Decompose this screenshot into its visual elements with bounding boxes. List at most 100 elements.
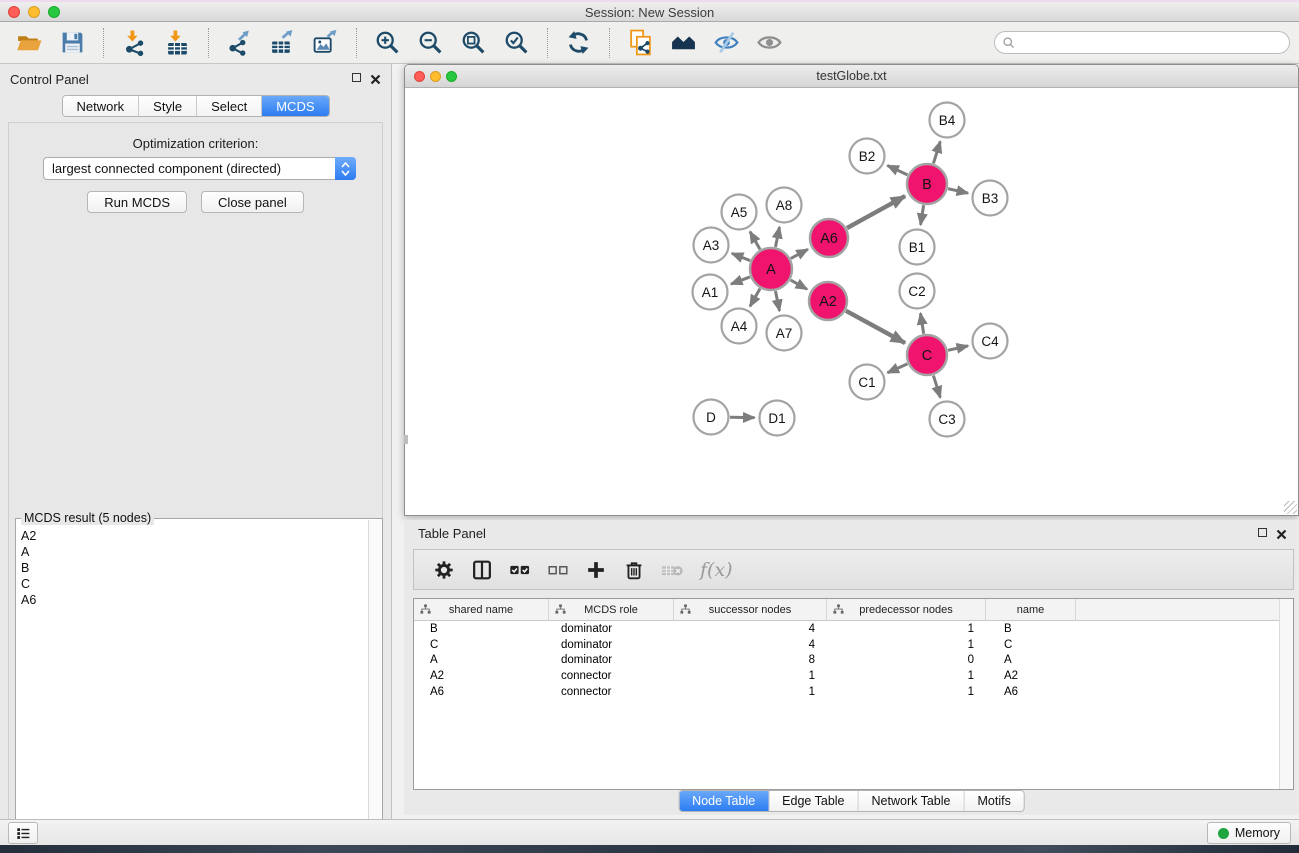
- node-C2[interactable]: C2: [900, 274, 935, 309]
- edge-B-B3[interactable]: [948, 189, 968, 193]
- criterion-select[interactable]: largest connected component (directed): [43, 157, 356, 180]
- hide-selected-icon[interactable]: [710, 26, 743, 60]
- table-row[interactable]: Cdominator41C: [414, 637, 1279, 653]
- edge-A-A7[interactable]: [775, 291, 779, 311]
- table-cell[interactable]: 1: [827, 623, 986, 635]
- table-cell[interactable]: A2: [414, 670, 549, 682]
- edge-A6-B[interactable]: [847, 196, 905, 228]
- nested-network-icon[interactable]: [667, 26, 700, 60]
- table-cell[interactable]: 4: [674, 623, 827, 635]
- table-cell[interactable]: A6: [986, 686, 1076, 698]
- tab-mcds[interactable]: MCDS: [262, 96, 328, 116]
- float-table-panel-icon[interactable]: [1258, 528, 1267, 537]
- zoom-in-icon[interactable]: [371, 26, 404, 60]
- node-A8[interactable]: A8: [767, 188, 802, 223]
- mcds-result-item[interactable]: C: [18, 576, 367, 592]
- edge-A-A2[interactable]: [791, 280, 807, 289]
- edge-C-C4[interactable]: [948, 346, 968, 350]
- mcds-result-item[interactable]: B: [18, 560, 367, 576]
- tab-motifs[interactable]: Motifs: [964, 791, 1023, 811]
- search-box[interactable]: [994, 31, 1290, 54]
- memory-button[interactable]: Memory: [1207, 822, 1291, 844]
- table-cell[interactable]: A: [414, 654, 549, 666]
- tab-network-table[interactable]: Network Table: [859, 791, 965, 811]
- node-D1[interactable]: D1: [760, 401, 795, 436]
- table-cell[interactable]: B: [986, 623, 1076, 635]
- table-cell[interactable]: 4: [674, 639, 827, 651]
- node-D[interactable]: D: [694, 400, 729, 435]
- table-cell[interactable]: C: [414, 639, 549, 651]
- table-cell[interactable]: dominator: [549, 623, 674, 635]
- column-header-successor-nodes[interactable]: successor nodes: [674, 599, 827, 621]
- node-B2[interactable]: B2: [850, 139, 885, 174]
- table-row[interactable]: A2connector11A2: [414, 668, 1279, 684]
- column-header-shared-name[interactable]: shared name: [414, 599, 549, 621]
- edge-A-A8[interactable]: [775, 227, 779, 247]
- tab-edge-table[interactable]: Edge Table: [769, 791, 858, 811]
- edge-A2-C[interactable]: [846, 311, 905, 343]
- tab-select[interactable]: Select: [197, 96, 262, 116]
- refresh-icon[interactable]: [562, 26, 595, 60]
- edge-A-A1[interactable]: [731, 277, 750, 284]
- splitter-handle[interactable]: [404, 435, 408, 444]
- run-mcds-button[interactable]: Run MCDS: [87, 191, 187, 213]
- table-row[interactable]: Bdominator41B: [414, 621, 1279, 637]
- zoom-fit-icon[interactable]: [457, 26, 490, 60]
- delete-column-icon[interactable]: [616, 553, 652, 587]
- select-all-checkboxes-icon[interactable]: [502, 553, 538, 587]
- table-cell[interactable]: 1: [827, 670, 986, 682]
- result-scrollbar[interactable]: [368, 520, 381, 853]
- close-table-panel-icon[interactable]: [1276, 527, 1287, 538]
- zoom-out-icon[interactable]: [414, 26, 447, 60]
- table-scrollbar[interactable]: [1279, 599, 1293, 789]
- open-file-icon[interactable]: [13, 26, 46, 60]
- table-cell[interactable]: 1: [827, 639, 986, 651]
- close-panel-button[interactable]: Close panel: [201, 191, 304, 213]
- table-row[interactable]: Adominator80A: [414, 652, 1279, 668]
- table-cell[interactable]: connector: [549, 670, 674, 682]
- edge-B-B4[interactable]: [933, 141, 940, 163]
- tab-network[interactable]: Network: [62, 96, 139, 116]
- edge-C-C2[interactable]: [920, 313, 923, 334]
- node-B[interactable]: B: [907, 164, 947, 204]
- table-cell[interactable]: 8: [674, 654, 827, 666]
- node-A7[interactable]: A7: [767, 316, 802, 351]
- table-cell[interactable]: 1: [827, 686, 986, 698]
- table-cell[interactable]: dominator: [549, 654, 674, 666]
- edge-C-C1[interactable]: [888, 364, 908, 373]
- node-A[interactable]: A: [750, 248, 792, 290]
- table-cell[interactable]: A2: [986, 670, 1076, 682]
- edge-A-A3[interactable]: [732, 253, 750, 260]
- edge-B-B1[interactable]: [921, 205, 924, 225]
- add-column-icon[interactable]: [578, 553, 614, 587]
- table-cell[interactable]: 1: [674, 670, 827, 682]
- tab-style[interactable]: Style: [139, 96, 197, 116]
- mcds-result-item[interactable]: A: [18, 544, 367, 560]
- export-table-icon[interactable]: [266, 26, 299, 60]
- table-cell[interactable]: 0: [827, 654, 986, 666]
- node-C3[interactable]: C3: [930, 402, 965, 437]
- task-history-button[interactable]: [8, 822, 38, 844]
- edge-C-C3[interactable]: [933, 376, 940, 398]
- node-A5[interactable]: A5: [722, 195, 757, 230]
- table-cell[interactable]: C: [986, 639, 1076, 651]
- column-selector-icon[interactable]: [464, 553, 500, 587]
- resize-grip[interactable]: [1284, 501, 1297, 514]
- table-cell[interactable]: connector: [549, 686, 674, 698]
- node-A2[interactable]: A2: [809, 282, 847, 320]
- zoom-selected-icon[interactable]: [500, 26, 533, 60]
- save-session-icon[interactable]: [56, 26, 89, 60]
- edge-A-A5[interactable]: [750, 232, 760, 250]
- show-all-icon[interactable]: [753, 26, 786, 60]
- table-cell[interactable]: A6: [414, 686, 549, 698]
- new-network-from-selection-icon[interactable]: [624, 26, 657, 60]
- export-image-icon[interactable]: [309, 26, 342, 60]
- table-cell[interactable]: 1: [674, 686, 827, 698]
- node-A3[interactable]: A3: [694, 228, 729, 263]
- node-C1[interactable]: C1: [850, 365, 885, 400]
- edge-A-A4[interactable]: [750, 289, 760, 307]
- mcds-result-item[interactable]: A6: [18, 592, 367, 608]
- node-A1[interactable]: A1: [693, 275, 728, 310]
- settings-icon[interactable]: [426, 553, 462, 587]
- node-A6[interactable]: A6: [810, 219, 848, 257]
